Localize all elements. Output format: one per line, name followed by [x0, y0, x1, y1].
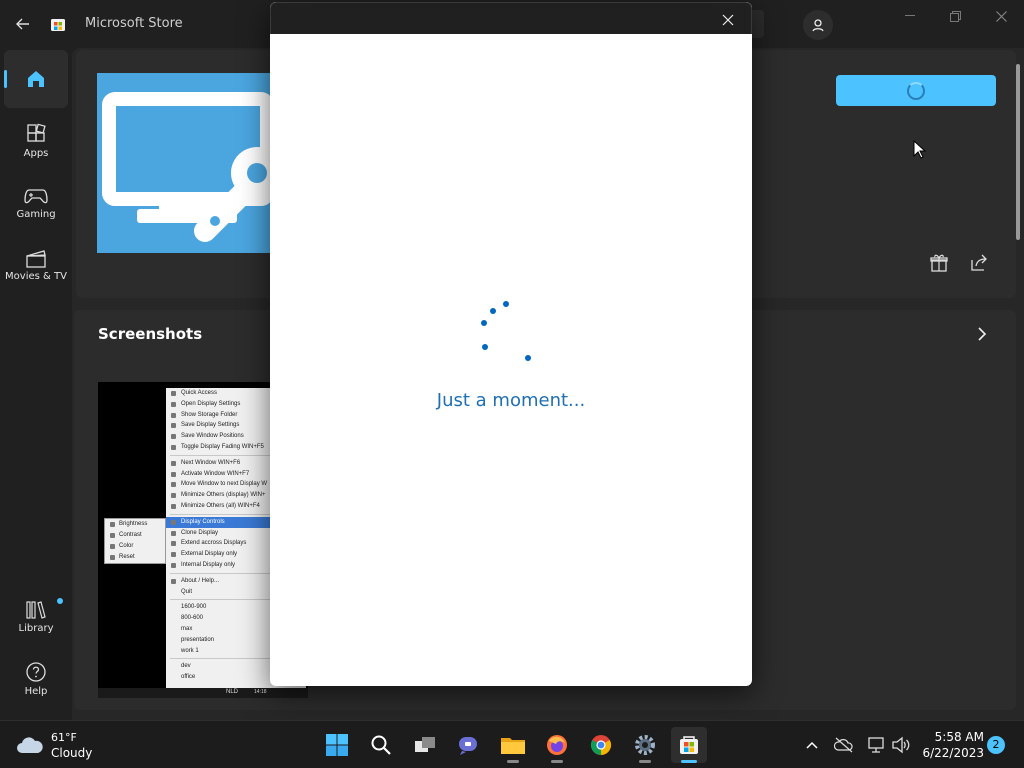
teams-chat-button[interactable] — [451, 727, 487, 763]
nav-help[interactable]: Help — [4, 650, 68, 708]
search-icon — [371, 735, 391, 755]
chrome-button[interactable] — [583, 727, 619, 763]
weather-temp: 61°F — [51, 731, 77, 744]
close-icon — [995, 10, 1007, 22]
task-view-icon — [415, 737, 435, 752]
library-update-dot — [57, 598, 63, 604]
restore-button[interactable] — [941, 8, 969, 24]
weather-condition: Cloudy — [51, 746, 93, 760]
close-window-button[interactable] — [987, 8, 1015, 24]
nav-rail: Apps Gaming Movies & TV Library Help — [0, 48, 72, 720]
chevron-right-icon — [978, 327, 987, 341]
cloud-offline-icon — [834, 737, 853, 753]
screenshot-taskbar-time: 14:18 — [254, 689, 267, 695]
apps-icon — [27, 123, 46, 142]
nav-library-label: Library — [18, 623, 54, 634]
volume-tray-button[interactable] — [891, 735, 911, 755]
store-icon — [680, 736, 698, 754]
submenu-item: Color — [105, 541, 165, 552]
submenu-item: Contrast — [105, 530, 165, 541]
gamepad-icon — [24, 189, 48, 204]
file-explorer-button[interactable] — [495, 727, 531, 763]
nav-movies[interactable]: Movies & TV — [4, 236, 68, 294]
share-icon — [971, 254, 987, 271]
network-tray-button[interactable] — [866, 735, 886, 755]
loading-spinner-icon — [907, 81, 925, 100]
active-indicator — [681, 760, 697, 763]
help-icon — [26, 662, 46, 682]
dialog-close-button[interactable] — [719, 11, 737, 29]
gift-button[interactable] — [928, 252, 950, 274]
nav-home[interactable] — [4, 50, 68, 108]
nav-movies-label: Movies & TV — [5, 271, 67, 282]
screenshot-submenu: Brightness Contrast Color Reset — [104, 518, 166, 564]
firefox-icon — [547, 735, 567, 755]
share-button[interactable] — [968, 252, 990, 274]
speaker-icon — [892, 736, 910, 754]
running-indicator — [551, 760, 563, 763]
clapperboard-icon — [26, 250, 46, 268]
close-icon — [722, 14, 734, 26]
notification-badge[interactable]: 2 — [987, 736, 1005, 754]
restore-icon — [949, 10, 961, 22]
weather-widget[interactable]: 61°F Cloudy — [16, 729, 126, 763]
screenshot-taskbar-lang: NLD — [226, 689, 239, 695]
clock[interactable]: 5:58 AM 6/22/2023 — [918, 729, 984, 761]
screenshots-heading: Screenshots — [98, 325, 203, 343]
app-title: Microsoft Store — [85, 16, 183, 31]
gear-icon — [635, 735, 655, 755]
running-indicator — [639, 760, 651, 763]
nav-gaming[interactable]: Gaming — [4, 174, 68, 232]
home-icon — [28, 71, 44, 87]
onedrive-tray-button[interactable] — [834, 735, 854, 755]
folder-icon — [501, 738, 525, 754]
store-taskbar-button[interactable] — [671, 727, 707, 763]
app-logo — [97, 73, 297, 253]
loading-dots-icon — [481, 301, 531, 361]
submenu-item: Reset — [105, 552, 165, 563]
taskbar: 61°F Cloudy 5:58 AM 6/22/2023 2 — [0, 720, 1024, 768]
chat-icon — [459, 737, 477, 755]
firefox-button[interactable] — [539, 727, 575, 763]
nav-library[interactable]: Library — [4, 588, 68, 646]
monitor-wrench-icon — [102, 92, 283, 242]
start-button[interactable] — [319, 727, 355, 763]
install-button[interactable] — [836, 75, 996, 106]
tray-overflow-button[interactable] — [802, 735, 822, 755]
minimize-button[interactable] — [896, 8, 924, 24]
user-icon — [812, 19, 824, 32]
network-icon — [868, 737, 884, 753]
nav-apps-label: Apps — [23, 148, 49, 159]
running-indicator — [507, 760, 519, 763]
loading-dialog: Just a moment... — [270, 2, 752, 686]
dialog-header — [270, 2, 752, 34]
page-scrollbar[interactable] — [1016, 64, 1020, 240]
taskbar-search-button[interactable] — [363, 727, 399, 763]
nav-apps[interactable]: Apps — [4, 112, 68, 170]
clock-date: 6/22/2023 — [922, 746, 984, 760]
back-button[interactable] — [10, 12, 36, 36]
mouse-cursor-icon — [913, 140, 927, 159]
task-view-button[interactable] — [407, 727, 443, 763]
loading-message: Just a moment... — [436, 390, 586, 411]
minimize-icon — [905, 15, 915, 16]
nav-gaming-label: Gaming — [16, 209, 56, 220]
cloud-icon — [17, 737, 43, 753]
gift-icon — [930, 254, 948, 272]
windows-logo-icon — [326, 734, 348, 756]
back-arrow-icon — [16, 18, 29, 30]
screenshots-next-button[interactable] — [972, 324, 992, 344]
chrome-icon — [590, 735, 612, 756]
profile-button[interactable] — [803, 10, 833, 40]
chevron-up-icon — [806, 741, 818, 749]
nav-help-label: Help — [24, 686, 48, 697]
library-icon — [26, 601, 46, 619]
screenshot-taskbar: NLD 14:18 — [98, 688, 308, 698]
settings-button[interactable] — [627, 727, 663, 763]
store-logo-icon — [51, 19, 65, 31]
search-box-edge[interactable] — [752, 10, 764, 38]
clock-time: 5:58 AM — [934, 730, 984, 744]
submenu-item: Brightness — [105, 519, 165, 530]
